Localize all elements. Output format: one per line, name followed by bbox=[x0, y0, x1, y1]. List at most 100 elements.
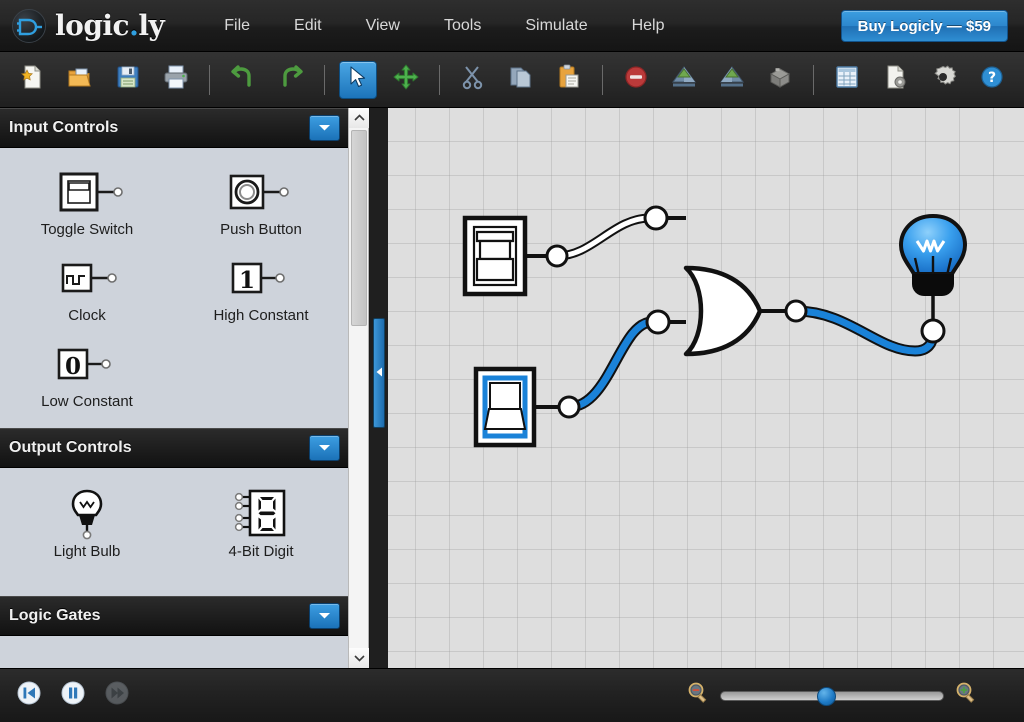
node-or-input-a[interactable] bbox=[643, 205, 669, 231]
chevron-down-icon bbox=[353, 649, 365, 667]
send-backward-button[interactable] bbox=[713, 61, 751, 99]
skip-back-icon bbox=[15, 679, 43, 712]
svg-text:?: ? bbox=[988, 70, 996, 86]
wire-switch2-to-or-input-b[interactable] bbox=[563, 316, 658, 413]
menu-simulate[interactable]: Simulate bbox=[503, 11, 609, 41]
scrollbar-thumb[interactable] bbox=[351, 130, 367, 326]
restart-button[interactable] bbox=[14, 681, 44, 711]
zoom-slider[interactable] bbox=[720, 686, 944, 706]
document-properties-button[interactable] bbox=[877, 61, 915, 99]
help-button[interactable]: ? bbox=[973, 61, 1011, 99]
zoom-in-icon[interactable] bbox=[954, 681, 978, 710]
toggle-switch-1[interactable] bbox=[462, 215, 528, 297]
node-switch2-out[interactable] bbox=[557, 395, 581, 419]
chevron-up-icon bbox=[353, 109, 365, 127]
buy-logicly-button[interactable]: Buy Logicly — $59 bbox=[840, 10, 1008, 42]
menu-view[interactable]: View bbox=[344, 11, 422, 41]
toolbar-separator bbox=[602, 64, 603, 95]
send-backward-icon bbox=[719, 65, 745, 94]
print-button[interactable] bbox=[157, 61, 195, 99]
light-bulb-icon bbox=[52, 488, 122, 540]
section-input-controls-header[interactable]: Input Controls bbox=[0, 108, 348, 148]
palette-high-constant[interactable]: 1 High Constant bbox=[174, 248, 348, 334]
open-folder-icon bbox=[67, 64, 93, 95]
scroll-up-button[interactable] bbox=[349, 108, 369, 128]
menu-tools[interactable]: Tools bbox=[422, 11, 503, 41]
brand-name: logic bbox=[55, 9, 130, 42]
palette-light-bulb[interactable]: Light Bulb bbox=[0, 484, 174, 570]
redo-button[interactable] bbox=[272, 61, 310, 99]
section-logic-gates-title: Logic Gates bbox=[9, 607, 101, 624]
circuit-canvas[interactable] bbox=[388, 108, 1024, 668]
menu-edit[interactable]: Edit bbox=[272, 11, 344, 41]
step-forward-button[interactable] bbox=[102, 681, 132, 711]
section-output-controls-collapse-button[interactable] bbox=[309, 435, 340, 461]
panel-collapse-handle[interactable] bbox=[373, 318, 385, 428]
menu-file[interactable]: File bbox=[202, 11, 272, 41]
node-or-output[interactable] bbox=[784, 299, 808, 323]
constant-zero-icon: 0 bbox=[37, 338, 137, 390]
undo-button[interactable] bbox=[224, 61, 262, 99]
section-logic-gates-collapse-button[interactable] bbox=[309, 603, 340, 629]
preferences-button[interactable] bbox=[925, 61, 963, 99]
palette-low-constant-label: Low Constant bbox=[41, 393, 133, 410]
panel-splitter[interactable] bbox=[370, 108, 388, 668]
section-output-controls-header[interactable]: Output Controls bbox=[0, 428, 348, 468]
scissors-icon bbox=[461, 64, 485, 95]
svg-text:0: 0 bbox=[65, 353, 81, 380]
light-bulb-1[interactable] bbox=[898, 213, 968, 296]
scroll-down-button[interactable] bbox=[349, 648, 369, 668]
bring-forward-button[interactable] bbox=[665, 61, 703, 99]
or-gate-1[interactable] bbox=[683, 265, 763, 357]
new-document-button[interactable] bbox=[13, 61, 51, 99]
group-button[interactable] bbox=[761, 61, 799, 99]
node-bulb-input[interactable] bbox=[920, 318, 946, 344]
delete-button[interactable] bbox=[617, 61, 655, 99]
status-bar bbox=[0, 668, 1024, 722]
menu-help[interactable]: Help bbox=[610, 11, 687, 41]
palette-low-constant[interactable]: 0 Low Constant bbox=[0, 334, 174, 420]
palette-light-bulb-label: Light Bulb bbox=[53, 543, 121, 560]
palette-push-button-label: Push Button bbox=[220, 221, 302, 238]
save-button[interactable] bbox=[109, 61, 147, 99]
section-input-controls-title: Input Controls bbox=[9, 119, 119, 136]
paste-button[interactable] bbox=[550, 61, 588, 99]
move-cross-icon bbox=[393, 64, 419, 95]
wire-switch1-to-or-input-a[interactable] bbox=[552, 213, 655, 261]
truth-table-button[interactable] bbox=[828, 61, 866, 99]
seven-segment-display-icon bbox=[216, 488, 306, 540]
zoom-out-icon[interactable] bbox=[686, 681, 710, 710]
section-input-controls-collapse-button[interactable] bbox=[309, 115, 340, 141]
constant-one-icon: 1 bbox=[211, 252, 311, 304]
printer-icon bbox=[163, 64, 189, 95]
node-or-input-b[interactable] bbox=[645, 309, 671, 335]
toolbar: ? bbox=[0, 52, 1024, 108]
pan-tool-button[interactable] bbox=[387, 61, 425, 99]
zoom-slider-thumb[interactable] bbox=[817, 686, 836, 706]
copy-button[interactable] bbox=[502, 61, 540, 99]
toolbar-separator bbox=[439, 64, 440, 95]
palette-4bit-digit[interactable]: 4-Bit Digit bbox=[174, 484, 348, 570]
clipboard-icon bbox=[556, 64, 582, 95]
zoom-controls bbox=[686, 681, 978, 710]
node-switch1-out[interactable] bbox=[545, 244, 569, 268]
truth-table-icon bbox=[835, 65, 859, 94]
section-logic-gates-header[interactable]: Logic Gates bbox=[0, 596, 348, 636]
select-tool-button[interactable] bbox=[339, 60, 377, 99]
pause-button[interactable] bbox=[58, 681, 88, 711]
palette-clock[interactable]: Clock bbox=[0, 248, 174, 334]
brand-title: logic.ly bbox=[55, 9, 165, 42]
cut-button[interactable] bbox=[454, 61, 492, 99]
wire-or-to-bulb[interactable] bbox=[790, 305, 939, 357]
palette-high-constant-label: High Constant bbox=[213, 307, 309, 324]
toggle-switch-2[interactable] bbox=[473, 366, 537, 448]
open-document-button[interactable] bbox=[61, 61, 99, 99]
sidebar-scrollbar[interactable] bbox=[348, 108, 369, 668]
palette-push-button[interactable]: Push Button bbox=[174, 162, 348, 248]
brand-suffix: ly bbox=[138, 9, 165, 42]
menu-list: File Edit View Tools Simulate Help bbox=[202, 11, 686, 41]
section-input-controls-body: Toggle Switch Push Button Clock 1 High C… bbox=[0, 148, 348, 428]
redo-arrow-icon bbox=[277, 64, 305, 95]
input-controls-grid: Toggle Switch Push Button Clock 1 High C… bbox=[0, 162, 348, 420]
palette-toggle-switch[interactable]: Toggle Switch bbox=[0, 162, 174, 248]
